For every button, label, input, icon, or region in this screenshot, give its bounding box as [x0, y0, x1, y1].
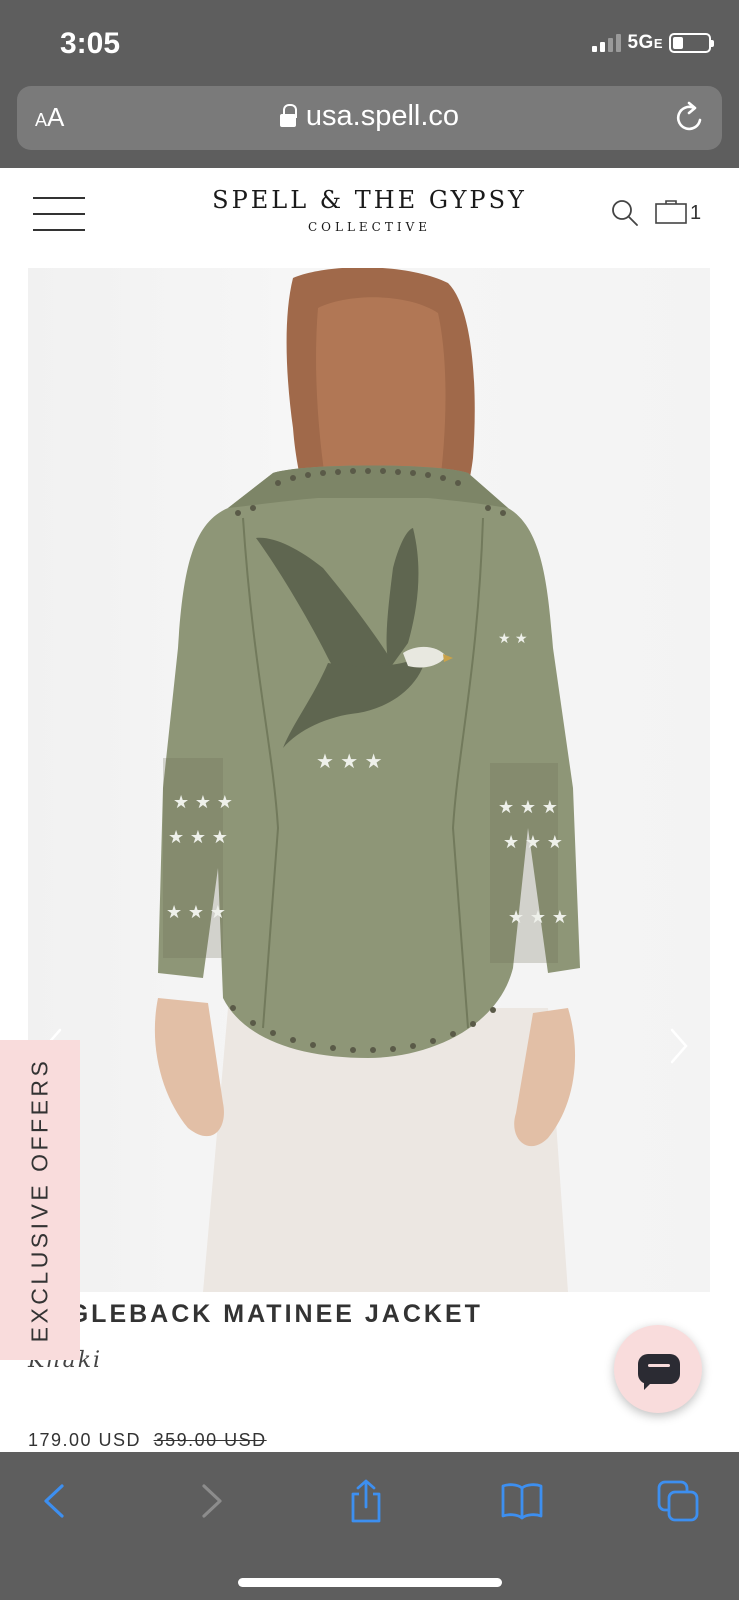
- home-indicator[interactable]: [238, 1578, 502, 1587]
- tabs-icon[interactable]: [656, 1478, 700, 1524]
- back-icon[interactable]: [34, 1478, 78, 1524]
- chat-button[interactable]: [614, 1325, 702, 1413]
- ios-top-chrome: 3:05 5GE AA usa.spell.co: [0, 0, 739, 168]
- product-price: 179.00 USD 359.00 USD: [28, 1430, 267, 1451]
- cart-count[interactable]: 1: [690, 202, 701, 225]
- original-price: 359.00 USD: [153, 1430, 267, 1450]
- network-label: 5GE: [627, 32, 663, 53]
- svg-text:★ ★ ★: ★ ★ ★: [166, 902, 226, 923]
- lock-icon: [279, 104, 297, 127]
- exclusive-offers-label: EXCLUSIVE OFFERS: [26, 1057, 53, 1343]
- svg-text:★ ★ ★: ★ ★ ★: [168, 827, 228, 848]
- chat-bubble-icon: [638, 1354, 680, 1390]
- status-indicators: 5GE: [592, 32, 714, 54]
- safari-toolbar: [0, 1452, 739, 1600]
- battery-icon: [669, 33, 714, 53]
- address-bar[interactable]: AA usa.spell.co: [17, 86, 722, 150]
- search-icon[interactable]: [610, 198, 640, 228]
- forward-icon[interactable]: [188, 1478, 232, 1524]
- jacket-illustration: ★ ★ ★ ★ ★ ★ ★ ★ ★ ★ ★ ★ ★ ★ ★ ★ ★ ★ ★ ★ …: [154, 268, 580, 1292]
- svg-text:★ ★: ★ ★: [498, 631, 528, 647]
- next-image-chevron-icon[interactable]: [668, 1026, 692, 1066]
- product-image[interactable]: ★ ★ ★ ★ ★ ★ ★ ★ ★ ★ ★ ★ ★ ★ ★ ★ ★ ★ ★ ★ …: [28, 268, 710, 1292]
- signal-icon: [592, 34, 622, 52]
- url-display[interactable]: usa.spell.co: [17, 100, 722, 133]
- shopping-bag-icon[interactable]: [655, 198, 687, 224]
- site-header: SPELL & THE GYPSY COLLECTIVE 1: [0, 168, 739, 268]
- product-title: EAGLEBACK MATINEE JACKET: [28, 1300, 483, 1328]
- svg-text:★ ★ ★: ★ ★ ★: [173, 792, 233, 813]
- status-time: 3:05: [60, 27, 121, 60]
- svg-text:★ ★ ★: ★ ★ ★: [316, 749, 383, 773]
- sale-price: 179.00 USD: [28, 1430, 142, 1450]
- reload-icon[interactable]: [674, 100, 706, 134]
- share-icon[interactable]: [344, 1478, 388, 1524]
- bookmarks-icon[interactable]: [500, 1478, 544, 1524]
- svg-text:★ ★ ★: ★ ★ ★: [498, 797, 558, 818]
- svg-text:★ ★ ★: ★ ★ ★: [508, 907, 568, 928]
- svg-text:★ ★ ★: ★ ★ ★: [503, 832, 563, 853]
- url-text: usa.spell.co: [305, 100, 460, 132]
- exclusive-offers-tab[interactable]: EXCLUSIVE OFFERS: [0, 1040, 80, 1360]
